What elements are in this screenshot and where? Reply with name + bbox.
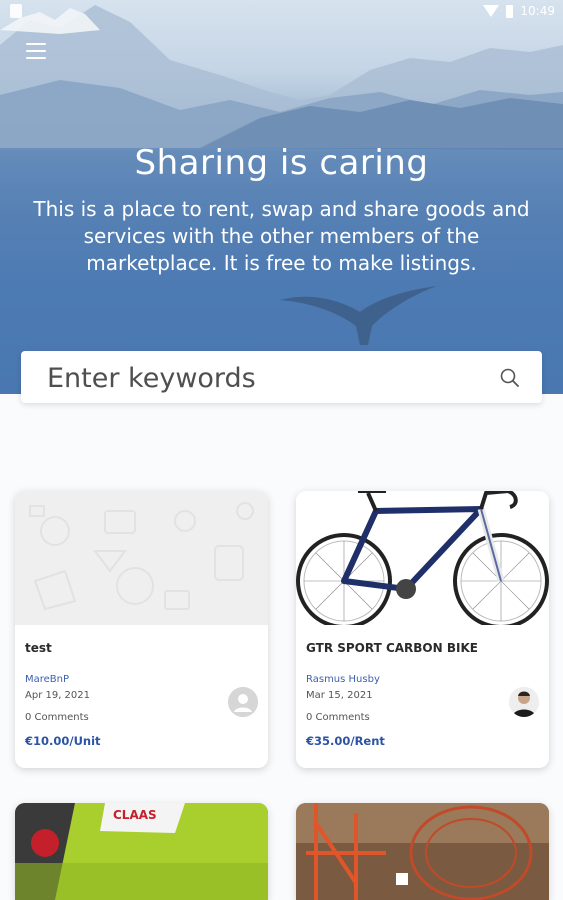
search-input[interactable] <box>45 358 479 398</box>
listing-image-equipment <box>296 803 549 900</box>
search-bar <box>21 351 542 403</box>
listing-placeholder-image <box>15 491 268 625</box>
listing-title: test <box>25 641 52 655</box>
listing-image-bike <box>296 491 549 625</box>
menu-icon-bar <box>26 43 46 45</box>
bike-illustration <box>296 491 549 625</box>
menu-button[interactable] <box>26 43 46 59</box>
search-icon[interactable] <box>500 368 520 388</box>
menu-icon-bar <box>26 57 46 59</box>
listing-comments: 0 Comments <box>25 712 89 723</box>
listing-card[interactable]: CLAAS <box>15 803 268 900</box>
avatar[interactable] <box>509 687 539 717</box>
listing-card[interactable]: GTR SPORT CARBON BIKE Rasmus Husby Mar 1… <box>296 491 549 768</box>
avatar[interactable] <box>228 687 258 717</box>
wifi-icon <box>483 5 500 17</box>
battery-icon <box>506 4 514 18</box>
listing-author[interactable]: Rasmus Husby <box>306 674 539 685</box>
menu-icon-bar <box>26 50 46 52</box>
hero-title: Sharing is caring <box>134 143 429 183</box>
placeholder-pattern <box>29 502 254 611</box>
listing-price: €35.00/Rent <box>306 734 385 748</box>
listing-date: Apr 19, 2021 <box>25 690 91 701</box>
status-bar: 10:49 <box>0 0 563 24</box>
listing-title: GTR SPORT CARBON BIKE <box>306 641 478 655</box>
avatar-placeholder-icon <box>228 687 258 717</box>
notification-icon <box>10 4 22 18</box>
listing-author[interactable]: MareBnP <box>25 674 258 685</box>
status-time: 10:49 <box>520 4 555 18</box>
listing-card[interactable] <box>296 803 549 900</box>
listing-comments: 0 Comments <box>306 712 370 723</box>
listing-date: Mar 15, 2021 <box>306 690 373 701</box>
svg-text:CLAAS: CLAAS <box>113 808 157 822</box>
hero-subtitle: This is a place to rent, swap and share … <box>33 197 530 275</box>
user-photo <box>509 687 539 717</box>
hero-banner: Sharing is caring This is a place to ren… <box>0 0 563 394</box>
listing-price: €10.00/Unit <box>25 734 101 748</box>
listing-card[interactable]: test MareBnP Apr 19, 2021 0 Comments €10… <box>15 491 268 768</box>
listing-image-machine: CLAAS <box>15 803 268 900</box>
